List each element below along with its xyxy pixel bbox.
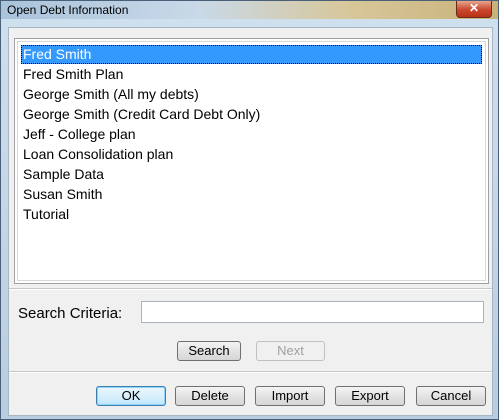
next-button[interactable]: Next — [256, 341, 325, 361]
import-button[interactable]: Import — [255, 386, 325, 406]
list-item[interactable]: Tutorial — [21, 205, 482, 224]
list-item[interactable]: Loan Consolidation plan — [21, 145, 482, 164]
dialog-body: Fred Smith Fred Smith Plan George Smith … — [8, 27, 493, 416]
list-item[interactable]: Sample Data — [21, 165, 482, 184]
list-item[interactable]: Fred Smith — [21, 45, 482, 64]
export-button[interactable]: Export — [335, 386, 405, 406]
search-criteria-label: Search Criteria: — [18, 305, 123, 322]
list-item[interactable]: Fred Smith Plan — [21, 65, 482, 84]
debt-list-inner: Fred Smith Fred Smith Plan George Smith … — [17, 41, 486, 281]
debt-list[interactable]: Fred Smith Fred Smith Plan George Smith … — [14, 38, 489, 284]
list-item[interactable]: Jeff - College plan — [21, 125, 482, 144]
window-title: Open Debt Information — [7, 3, 129, 17]
list-item[interactable]: George Smith (All my debts) — [21, 85, 482, 104]
close-icon[interactable]: ✕ — [456, 1, 492, 18]
ok-button[interactable]: OK — [96, 386, 166, 406]
search-input[interactable] — [141, 301, 484, 323]
separator — [9, 371, 492, 373]
separator — [9, 288, 492, 290]
list-item[interactable]: Susan Smith — [21, 185, 482, 204]
list-item[interactable]: George Smith (Credit Card Debt Only) — [21, 105, 482, 124]
search-button[interactable]: Search — [177, 341, 241, 361]
title-bar[interactable]: Open Debt Information ✕ — [1, 1, 498, 19]
dialog-window: Open Debt Information ✕ Fred Smith Fred … — [0, 0, 499, 420]
cancel-button[interactable]: Cancel — [416, 386, 486, 406]
delete-button[interactable]: Delete — [175, 386, 245, 406]
